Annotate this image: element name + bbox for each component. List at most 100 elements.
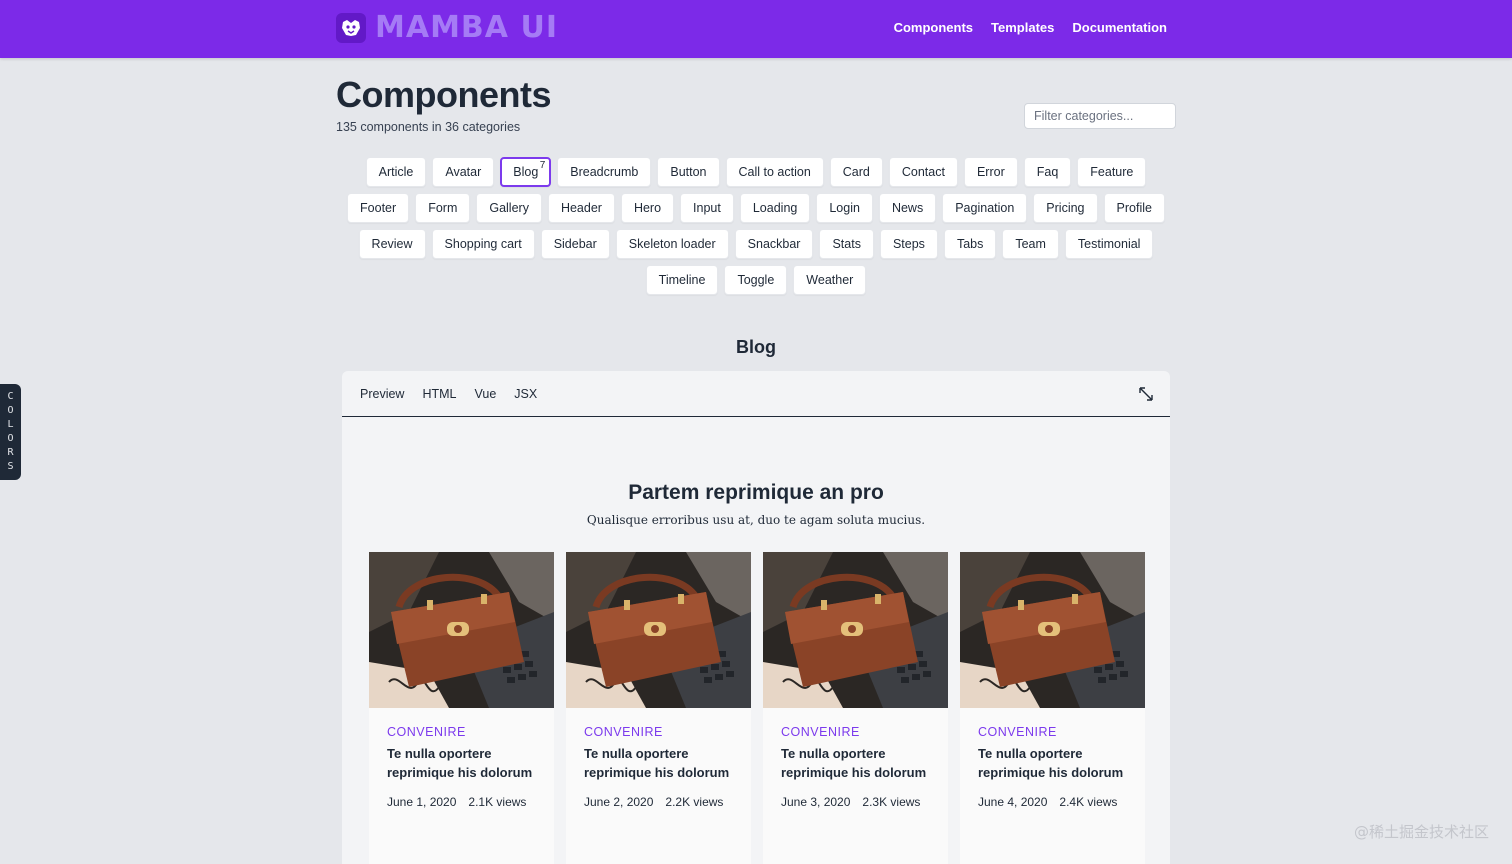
- tab-jsx[interactable]: JSX: [514, 387, 537, 401]
- nav-link-templates[interactable]: Templates: [991, 20, 1054, 35]
- category-chip-label: Skeleton loader: [628, 237, 716, 251]
- section-title: Blog: [736, 337, 776, 357]
- card-date: June 2, 2020: [584, 795, 654, 809]
- blog-subheading: Qualisque erroribus usu at, duo te agam …: [586, 513, 926, 527]
- category-chip-avatar[interactable]: Avatar: [432, 157, 495, 187]
- blog-card[interactable]: CONVENIRE Te nulla oportere reprimique hi…: [763, 552, 948, 864]
- card-tag[interactable]: CONVENIRE: [584, 725, 733, 739]
- colors-tab[interactable]: C O L O R S: [0, 384, 21, 480]
- card-title[interactable]: Te nulla oportere reprimique his dolorum: [978, 745, 1127, 782]
- category-chip-login[interactable]: Login: [816, 193, 873, 223]
- card-tag[interactable]: CONVENIRE: [978, 725, 1127, 739]
- category-chip-snackbar[interactable]: Snackbar: [734, 229, 814, 259]
- category-chip-label: Loading: [752, 201, 798, 215]
- category-chip-label: Blog: [513, 165, 539, 179]
- category-chip-label: Error: [976, 165, 1005, 179]
- nav-link-documentation[interactable]: Documentation: [1072, 20, 1167, 35]
- card-image: [763, 552, 948, 708]
- colors-tab-letter: C: [7, 391, 14, 402]
- colors-tab-letter: S: [7, 461, 14, 472]
- category-chip-form[interactable]: Form: [415, 193, 471, 223]
- category-chip-breadcrumb[interactable]: Breadcrumb: [557, 157, 652, 187]
- category-chip-call-to-action[interactable]: Call to action: [725, 157, 824, 187]
- category-chip-label: Article: [378, 165, 414, 179]
- category-chip-steps[interactable]: Steps: [879, 229, 938, 259]
- category-chip-button[interactable]: Button: [657, 157, 720, 187]
- category-chip-sidebar[interactable]: Sidebar: [540, 229, 610, 259]
- card-date: June 3, 2020: [781, 795, 851, 809]
- category-chip-list: Article Avatar Blog 7 Breadcrumb Button Call t…: [336, 157, 1176, 295]
- card-meta: June 3, 2020 2.3K views: [781, 795, 930, 809]
- category-chip-label: Steps: [892, 237, 925, 251]
- card-title[interactable]: Te nulla oportere reprimique his dolorum: [584, 745, 733, 782]
- category-chip-label: Toggle: [737, 273, 775, 287]
- card-views: 2.4K views: [1059, 795, 1118, 809]
- category-chip-contact[interactable]: Contact: [888, 157, 958, 187]
- category-chip-stats[interactable]: Stats: [819, 229, 874, 259]
- category-chip-blog[interactable]: Blog 7: [500, 157, 552, 187]
- tab-preview[interactable]: Preview: [360, 387, 404, 401]
- card-title[interactable]: Te nulla oportere reprimique his dolorum: [387, 745, 536, 782]
- category-chip-error[interactable]: Error: [963, 157, 1018, 187]
- category-chip-article[interactable]: Article: [365, 157, 427, 187]
- category-chip-hero[interactable]: Hero: [620, 193, 675, 223]
- category-chip-label: Faq: [1036, 165, 1059, 179]
- blog-card[interactable]: CONVENIRE Te nulla oportere reprimique hi…: [566, 552, 751, 864]
- category-chip-shopping-cart[interactable]: Shopping cart: [431, 229, 535, 259]
- category-chip-header[interactable]: Header: [547, 193, 615, 223]
- category-chip-pagination[interactable]: Pagination: [942, 193, 1028, 223]
- category-chip-feature[interactable]: Feature: [1077, 157, 1147, 187]
- card-views: 2.3K views: [862, 795, 921, 809]
- category-chip-pricing[interactable]: Pricing: [1033, 193, 1098, 223]
- category-chip-team[interactable]: Team: [1002, 229, 1059, 259]
- category-chip-tabs[interactable]: Tabs: [943, 229, 997, 259]
- category-chip-review[interactable]: Review: [358, 229, 426, 259]
- category-chip-label: Timeline: [658, 273, 706, 287]
- tab-vue[interactable]: Vue: [475, 387, 497, 401]
- category-chip-label: Footer: [360, 201, 397, 215]
- category-chip-news[interactable]: News: [878, 193, 937, 223]
- watermark: @稀土掘金技术社区: [1353, 823, 1489, 841]
- blog-card[interactable]: CONVENIRE Te nulla oportere reprimique hi…: [369, 552, 554, 864]
- category-chip-gallery[interactable]: Gallery: [476, 193, 542, 223]
- category-chip-card[interactable]: Card: [829, 157, 883, 187]
- nav-link-components[interactable]: Components: [894, 20, 973, 35]
- tab-html[interactable]: HTML: [422, 387, 456, 401]
- card-title[interactable]: Te nulla oportere reprimique his dolorum: [781, 745, 930, 782]
- filter-categories-input[interactable]: [1024, 103, 1176, 129]
- card-body: CONVENIRE Te nulla oportere reprimique hi…: [566, 708, 751, 809]
- category-chip-label: Input: [693, 201, 721, 215]
- page-subtitle: 135 components in 36 categories: [336, 120, 521, 134]
- brand-name: MAMBA UI: [375, 10, 558, 45]
- brand[interactable]: MAMBA UI: [336, 13, 558, 43]
- card-body: CONVENIRE Te nulla oportere reprimique hi…: [960, 708, 1145, 809]
- blog-card[interactable]: CONVENIRE Te nulla oportere reprimique hi…: [960, 552, 1145, 864]
- nav-links: Components Templates Documentation: [894, 20, 1167, 35]
- expand-icon[interactable]: [1138, 386, 1154, 402]
- panel-tab-bar: Preview HTML Vue JSX: [342, 371, 1170, 417]
- card-tag[interactable]: CONVENIRE: [781, 725, 930, 739]
- card-tag[interactable]: CONVENIRE: [387, 725, 536, 739]
- category-chip-input[interactable]: Input: [680, 193, 734, 223]
- category-chip-toggle[interactable]: Toggle: [724, 265, 788, 295]
- category-chip-timeline[interactable]: Timeline: [645, 265, 719, 295]
- category-chip-footer[interactable]: Footer: [347, 193, 410, 223]
- category-chip-weather[interactable]: Weather: [793, 265, 867, 295]
- colors-tab-letter: L: [7, 419, 14, 430]
- card-image: [566, 552, 751, 708]
- category-chip-skeleton-loader[interactable]: Skeleton loader: [615, 229, 729, 259]
- category-chip-label: Header: [560, 201, 602, 215]
- category-chip-label: Breadcrumb: [570, 165, 639, 179]
- category-chip-loading[interactable]: Loading: [739, 193, 811, 223]
- category-chip-faq[interactable]: Faq: [1023, 157, 1072, 187]
- page-title: Components: [336, 74, 552, 115]
- mamba-logo-icon: [336, 13, 366, 43]
- category-chip-profile[interactable]: Profile: [1103, 193, 1165, 223]
- category-chip-label: Sidebar: [553, 237, 597, 251]
- category-chip-label: Profile: [1116, 201, 1152, 215]
- category-chip-testimonial[interactable]: Testimonial: [1064, 229, 1154, 259]
- colors-tab-letter: O: [7, 433, 14, 444]
- category-chip-label: Gallery: [489, 201, 529, 215]
- category-chip-label: Pricing: [1046, 201, 1085, 215]
- category-chip-label: Tabs: [956, 237, 984, 251]
